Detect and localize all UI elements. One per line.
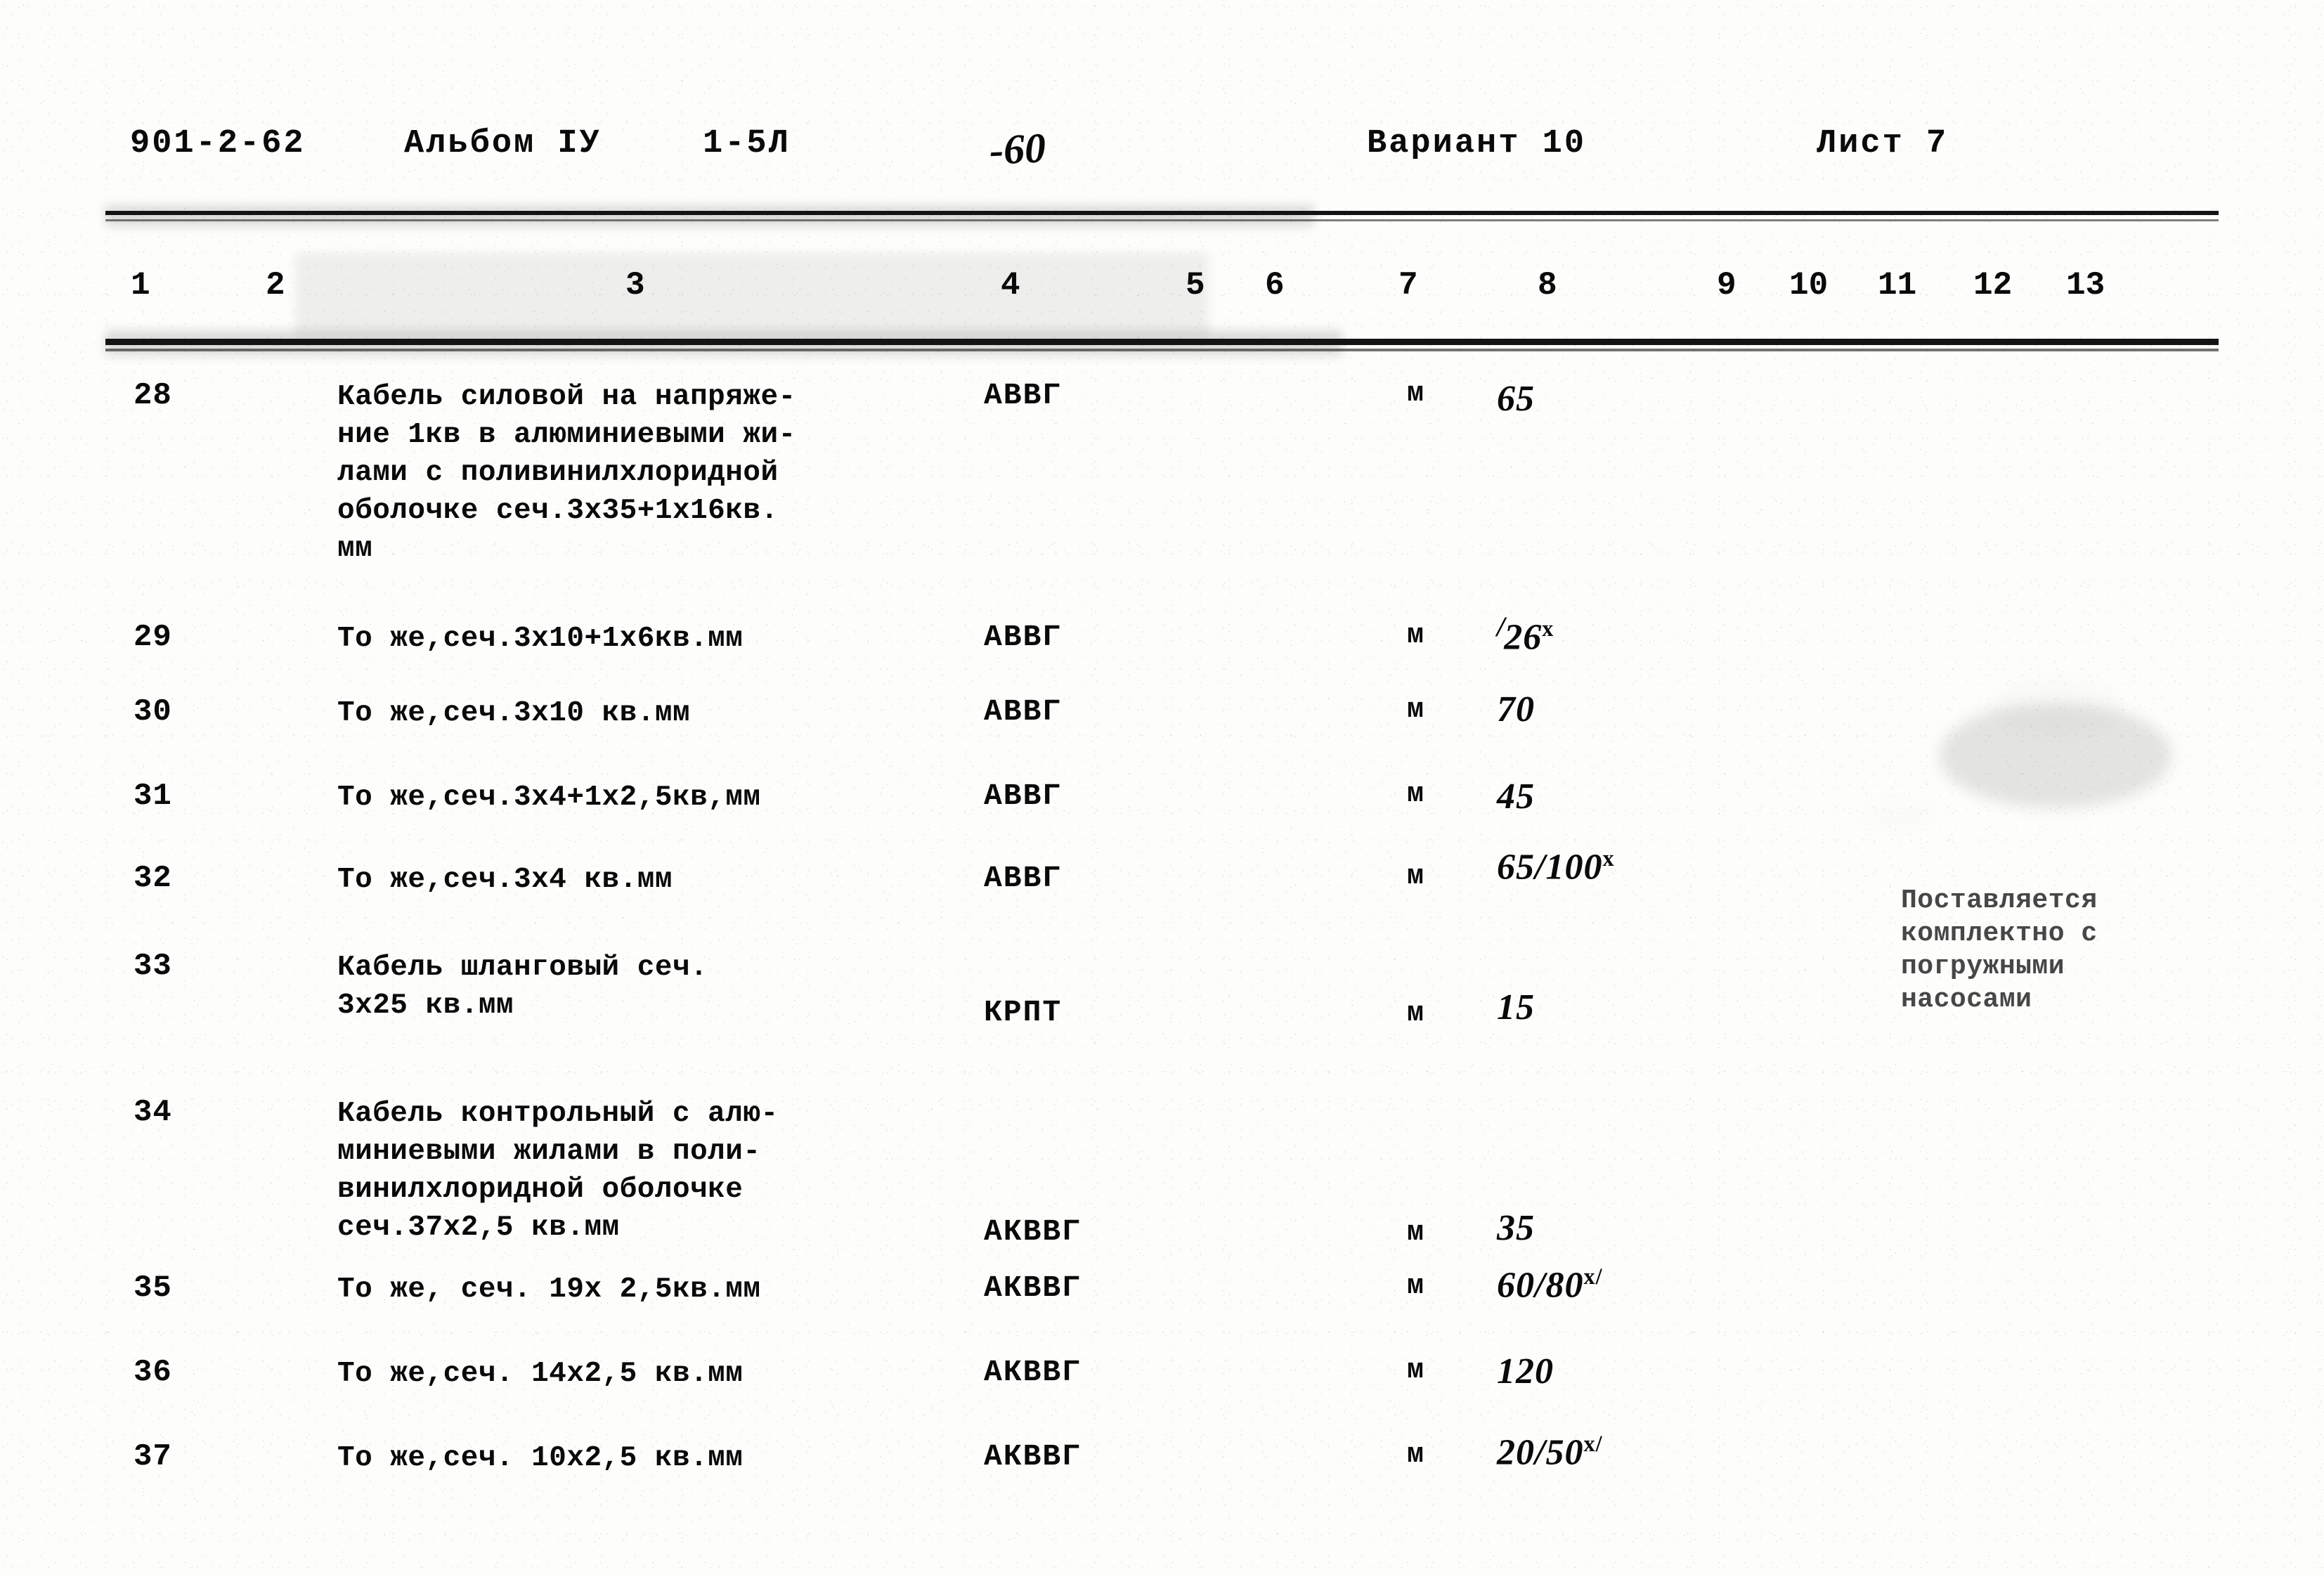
row-number: 30: [134, 694, 172, 729]
row-mark: АКВВГ: [984, 1355, 1082, 1389]
row-quantity: 65: [1497, 379, 1535, 419]
header-sheet-code: 1-5Л: [703, 125, 791, 162]
row-number: 35: [134, 1271, 172, 1306]
row-quantity: 65/100х: [1497, 845, 1615, 888]
row-mark: АВВГ: [984, 378, 1063, 413]
row-name: Кабель силовой на напряже- ние 1кв в алю…: [337, 381, 796, 565]
row-name: Кабель контрольный с алю- миниевыми жила…: [337, 1098, 779, 1244]
row-number: 29: [134, 620, 172, 655]
header-rule-fragment: [1321, 211, 2214, 213]
column-number-10: 10: [1789, 267, 1829, 304]
header-rule-top-shadow: [105, 219, 2219, 221]
row-name: То же, сеч. 19х 2,5кв.мм: [337, 1273, 761, 1306]
column-number-8: 8: [1538, 267, 1557, 304]
row-quantity: 20/50х/: [1497, 1431, 1603, 1473]
column-number-13: 13: [2066, 267, 2105, 304]
row-unit: м: [1407, 378, 1424, 410]
row-mark: АКВВГ: [984, 1439, 1082, 1474]
row-number: 37: [134, 1439, 172, 1474]
row-name: То же,сеч.3х4 кв.мм: [337, 864, 673, 896]
header-handwritten-mark: -60: [988, 124, 1047, 174]
row-mark: АВВГ: [984, 779, 1063, 813]
side-note: Поставляется комплектно с погружными нас…: [1901, 885, 2098, 1015]
row-unit: м: [1407, 779, 1424, 810]
row-unit: м: [1407, 1355, 1424, 1387]
row-quantity-superscript: х: [1542, 616, 1554, 641]
row-name: Кабель шланговый сеч. 3х25 кв.мм: [337, 952, 708, 1022]
header-rule-bottom-shadow: [105, 349, 2219, 351]
header-list-number: Лист 7: [1817, 125, 1949, 162]
column-number-11: 11: [1878, 267, 1917, 304]
row-name: То же,сеч.3х10+1х6кв.мм: [337, 623, 744, 655]
row-number: 34: [134, 1095, 172, 1130]
row-name: То же,сеч.3х4+1х2,5кв,мм: [337, 781, 761, 814]
column-number-7: 7: [1398, 267, 1418, 304]
row-unit: м: [1407, 1217, 1424, 1249]
column-number-9: 9: [1717, 267, 1736, 304]
row-mark: АКВВГ: [984, 1271, 1082, 1305]
row-unit: м: [1407, 620, 1424, 651]
column-number-12: 12: [1973, 267, 2013, 304]
row-mark: АВВГ: [984, 694, 1063, 729]
header-rule-fragment: [1321, 342, 2214, 344]
row-mark: АВВГ: [984, 861, 1063, 895]
document-header: 901-2-62 Альбом IУ 1-5Л -60 Вариант 10 Л…: [0, 124, 2324, 188]
row-unit: м: [1407, 1439, 1424, 1471]
row-quantity-superscript: х/: [1583, 1431, 1603, 1456]
scanned-page: 901-2-62 Альбом IУ 1-5Л -60 Вариант 10 Л…: [0, 0, 2324, 1577]
row-quantity: 15: [1497, 987, 1535, 1027]
row-quantity: 45: [1497, 777, 1535, 817]
column-number-4: 4: [1001, 267, 1020, 304]
row-unit: м: [1407, 861, 1424, 893]
row-name: То же,сеч. 10х2,5 кв.мм: [337, 1442, 744, 1474]
row-number: 36: [134, 1355, 172, 1390]
column-number-2: 2: [266, 267, 285, 304]
row-unit: м: [1407, 1271, 1424, 1302]
column-number-6: 6: [1265, 267, 1285, 304]
row-quantity-value: 20/50: [1497, 1432, 1584, 1473]
column-number-row: 1 2 3 4 5 6 7 8 9 10 11 12 13: [0, 267, 2324, 323]
row-quantity: 60/80х/: [1497, 1264, 1603, 1306]
row-number: 33: [134, 949, 172, 984]
row-mark: АВВГ: [984, 620, 1063, 654]
row-mark: АКВВГ: [984, 1214, 1082, 1249]
row-number: 32: [134, 861, 172, 896]
row-quantity-superscript: х/: [1583, 1264, 1603, 1289]
row-quantity-value: 60/80: [1497, 1265, 1584, 1306]
row-mark: КРПТ: [984, 995, 1063, 1030]
row-quantity-value: 65/100: [1497, 847, 1603, 888]
column-number-1: 1: [131, 267, 150, 304]
column-number-3: 3: [625, 267, 645, 304]
row-quantity: 35: [1497, 1208, 1535, 1248]
column-number-5: 5: [1186, 267, 1205, 304]
row-name: То же,сеч.3х10 кв.мм: [337, 697, 691, 729]
row-name: То же,сеч. 14х2,5 кв.мм: [337, 1358, 744, 1390]
header-variant: Вариант 10: [1367, 125, 1587, 162]
row-unit: м: [1407, 998, 1424, 1030]
row-quantity: 120: [1497, 1351, 1554, 1391]
header-album: Альбом IУ: [404, 125, 602, 162]
row-number: 31: [134, 779, 172, 814]
row-quantity: 70: [1497, 689, 1535, 729]
row-unit: м: [1407, 694, 1424, 726]
row-quantity: /26х: [1497, 610, 1554, 658]
header-document-code: 901-2-62: [130, 125, 306, 162]
row-number: 28: [134, 378, 172, 413]
scan-smudge: [105, 205, 1314, 226]
row-quantity-superscript: х: [1602, 845, 1615, 871]
row-quantity-value: 26: [1504, 617, 1543, 658]
